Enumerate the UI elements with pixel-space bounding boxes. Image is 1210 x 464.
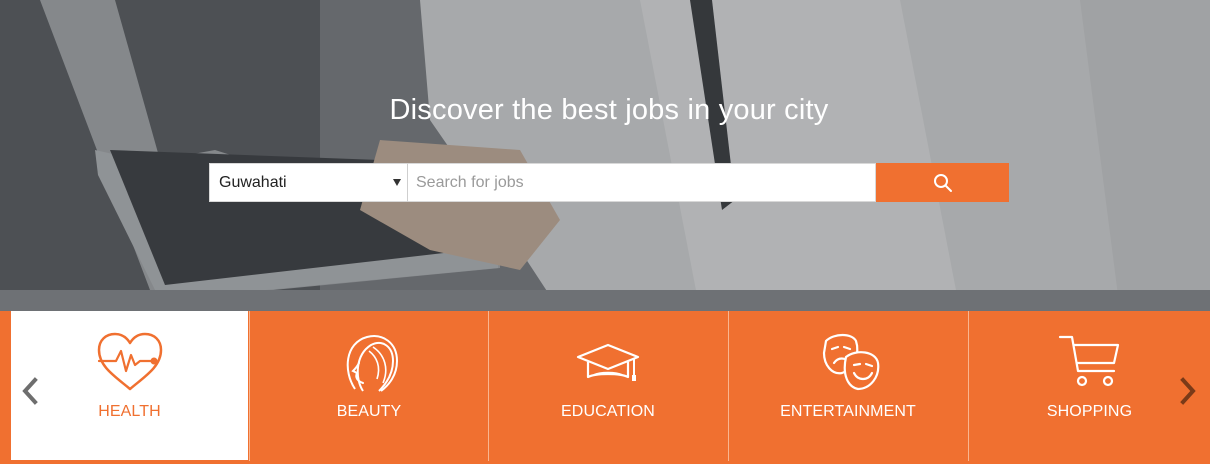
- category-shopping[interactable]: SHOPPING: [968, 311, 1210, 461]
- graduation-cap-icon: [576, 343, 640, 381]
- search-icon: [933, 173, 952, 192]
- chevron-left-icon: [22, 377, 38, 405]
- category-label: SHOPPING: [1046, 403, 1133, 420]
- chevron-right-icon: [1180, 377, 1196, 405]
- theater-masks-icon: [822, 333, 880, 391]
- hero-banner: Discover the best jobs in your city Guwa…: [0, 0, 1210, 311]
- category-label: HEALTH: [98, 403, 161, 420]
- job-search-bar: Guwahati: [209, 163, 1009, 202]
- category-label: ENTERTAINMENT: [780, 403, 916, 420]
- carousel-prev-button[interactable]: [17, 376, 43, 406]
- search-button[interactable]: [876, 163, 1009, 202]
- shopping-cart-icon: [1058, 335, 1119, 387]
- hero-title: Discover the best jobs in your city: [389, 94, 829, 126]
- category-entertainment[interactable]: ENTERTAINMENT: [728, 311, 967, 461]
- heart-pulse-icon: [97, 332, 162, 391]
- category-carousel: HEALTH BEAUTY EDUCATION ENTERTAINMENT SH…: [0, 311, 1210, 464]
- woman-face-icon: [346, 335, 399, 392]
- job-search-input[interactable]: [408, 163, 876, 202]
- category-beauty[interactable]: BEAUTY: [249, 311, 488, 461]
- hero-overlay: [0, 0, 1210, 311]
- category-health[interactable]: HEALTH: [10, 311, 249, 461]
- carousel-next-button[interactable]: [1175, 376, 1201, 406]
- city-select-value: Guwahati: [219, 173, 287, 191]
- category-education[interactable]: EDUCATION: [488, 311, 727, 461]
- city-select[interactable]: Guwahati: [209, 163, 408, 202]
- category-label: BEAUTY: [336, 403, 402, 420]
- caret-down-icon: [393, 179, 401, 186]
- category-label: EDUCATION: [561, 403, 655, 420]
